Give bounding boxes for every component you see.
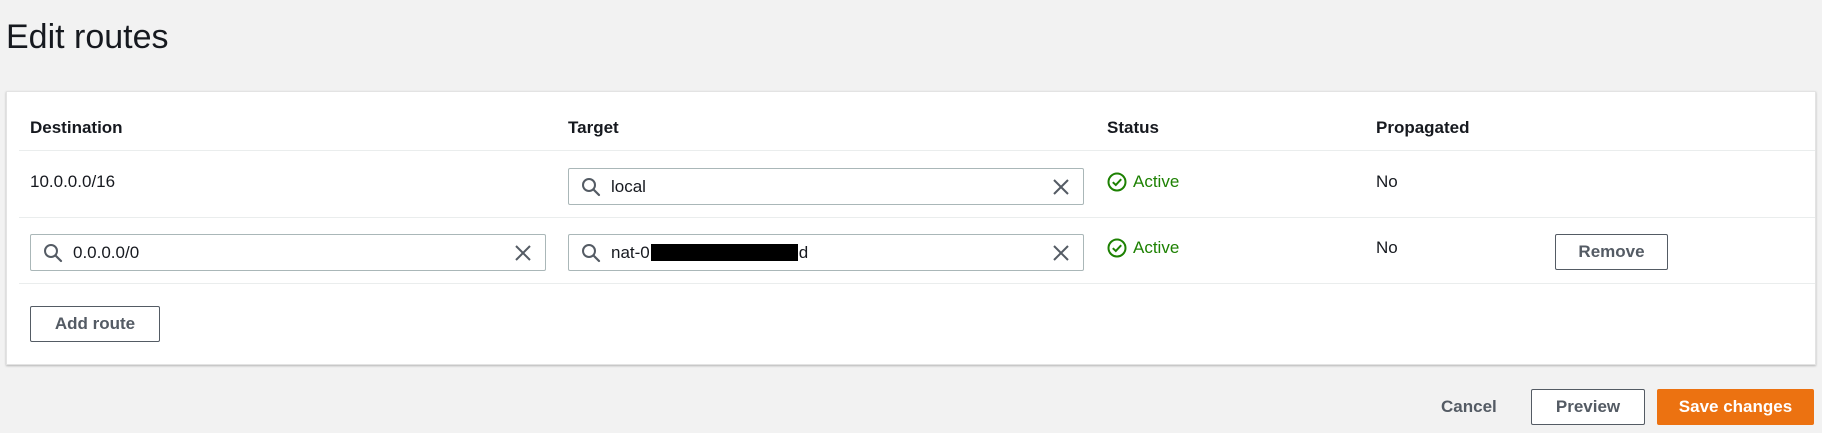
propagated-value: No — [1376, 238, 1398, 257]
check-circle-icon — [1107, 238, 1127, 258]
destination-value[interactable]: 0.0.0.0/0 — [73, 243, 513, 263]
search-icon — [43, 243, 63, 263]
destination-value: 10.0.0.0/16 — [30, 172, 116, 191]
status-badge: Active — [1107, 238, 1179, 258]
search-icon — [581, 177, 601, 197]
column-header-destination: Destination — [30, 118, 123, 137]
close-icon[interactable] — [513, 243, 533, 263]
target-suffix: d — [798, 242, 809, 262]
row-divider — [19, 283, 1815, 284]
row-divider — [19, 217, 1815, 218]
close-icon[interactable] — [1051, 243, 1071, 263]
target-input[interactable]: nat-0 d — [568, 234, 1084, 271]
preview-button[interactable]: Preview — [1531, 389, 1645, 425]
column-header-target: Target — [568, 118, 619, 137]
status-text: Active — [1133, 238, 1180, 257]
routes-panel: Destination Target Status Propagated 10.… — [6, 91, 1816, 365]
page-title: Edit routes — [6, 18, 169, 56]
redaction-bar — [650, 244, 798, 261]
search-icon — [581, 243, 601, 263]
propagated-value: No — [1376, 172, 1398, 191]
target-input[interactable]: local — [568, 168, 1084, 205]
remove-route-button[interactable]: Remove — [1555, 234, 1668, 270]
status-text: Active — [1133, 172, 1180, 191]
column-header-status: Status — [1107, 118, 1159, 137]
header-divider — [19, 150, 1815, 151]
status-badge: Active — [1107, 172, 1179, 192]
add-route-button[interactable]: Add route — [30, 306, 160, 342]
check-circle-icon — [1107, 172, 1127, 192]
target-prefix: nat-0 — [611, 242, 650, 262]
cancel-button[interactable]: Cancel — [1441, 397, 1497, 417]
target-value[interactable]: local — [611, 177, 1051, 197]
column-header-propagated: Propagated — [1376, 118, 1470, 137]
target-value[interactable]: nat-0 d — [611, 243, 1051, 263]
destination-input[interactable]: 0.0.0.0/0 — [30, 234, 546, 271]
close-icon[interactable] — [1051, 177, 1071, 197]
save-changes-button[interactable]: Save changes — [1657, 389, 1814, 425]
